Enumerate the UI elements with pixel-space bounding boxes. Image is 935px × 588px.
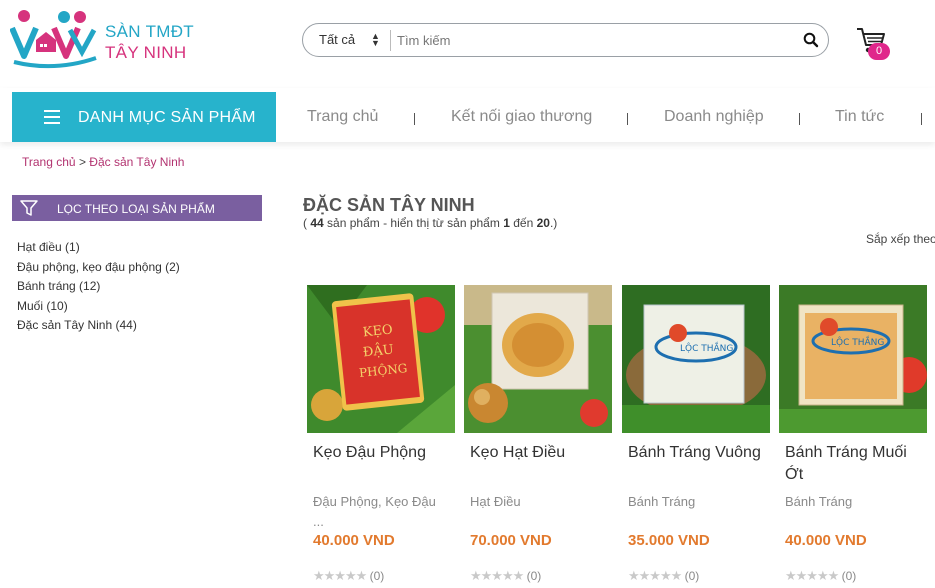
nav-separator	[414, 113, 415, 125]
product-name[interactable]: Kẹo Đậu Phộng	[313, 442, 455, 464]
product-card[interactable]: LỘC THẮNG Bánh Tráng Muối Ớt Bánh Tráng …	[779, 285, 929, 588]
product-category: Hạt Điều	[470, 494, 521, 509]
header: SÀN TMĐT TÂY NINH Tất cả ▲▼ 0	[0, 0, 935, 80]
star-icon: ★★★★★	[470, 568, 524, 583]
chevron-updown-icon: ▲ ▼	[371, 31, 380, 48]
count-from: 1	[503, 216, 510, 230]
product-category: Đậu Phộng, Kẹo Đậu ...	[313, 494, 436, 529]
review-count: (0)	[684, 569, 700, 583]
product-name[interactable]: Kẹo Hạt Điều	[470, 442, 612, 464]
nav-separator	[799, 113, 800, 125]
search-category-select[interactable]: Tất cả ▲ ▼	[319, 32, 380, 48]
product-rating: ★★★★★ (0)	[313, 568, 384, 584]
filter-item-banh-trang[interactable]: Bánh tráng (12)	[17, 277, 180, 297]
nav-item-business[interactable]: Doanh nghiệp	[664, 108, 764, 126]
count-prefix: (	[303, 216, 307, 230]
filter-funnel-icon	[20, 200, 38, 216]
product-price: 35.000 VND	[628, 532, 710, 549]
product-image[interactable]: KẸO ĐẬU PHỘNG	[307, 285, 455, 433]
product-card[interactable]: LỘC THẮNG Bánh Tráng Vuông Bánh Tráng 35…	[622, 285, 772, 588]
star-icon: ★★★★★	[785, 568, 839, 583]
star-icon: ★★★★★	[628, 568, 682, 583]
search-category-value: Tất cả	[319, 32, 356, 47]
product-category: Bánh Tráng	[628, 494, 696, 509]
product-rating: ★★★★★ (0)	[470, 568, 541, 584]
category-menu-label: DANH MỤC SẢN PHẨM	[78, 109, 256, 126]
product-name[interactable]: Bánh Tráng Muối Ớt	[785, 442, 927, 486]
count-to-number: 20	[536, 216, 550, 230]
product-image[interactable]: LỘC THẮNG	[622, 285, 770, 433]
count-mid: sản phẩm - hiển thị từ sản phẩm	[327, 216, 500, 230]
product-card[interactable]: KẸO ĐẬU PHỘNG Kẹo Đậu Phộng Đậu Phộng, K…	[307, 285, 457, 588]
svg-text:KẸO: KẸO	[362, 322, 393, 340]
logo[interactable]: SÀN TMĐT TÂY NINH	[10, 8, 200, 74]
nav-item-home[interactable]: Trang chủ	[307, 108, 378, 126]
search-button[interactable]	[802, 31, 820, 49]
search-icon	[803, 32, 819, 48]
search-divider	[390, 30, 391, 51]
star-icon: ★★★★★	[313, 568, 367, 583]
logo-people-icon	[10, 10, 97, 69]
page-title: ĐẶC SẢN TÂY NINH	[303, 195, 475, 215]
product-price: 40.000 VND	[313, 532, 395, 549]
review-count: (0)	[369, 569, 385, 583]
brand-line-2: TÂY NINH	[105, 43, 187, 62]
filter-list: Hạt điều (1) Đậu phộng, kẹo đậu phộng (2…	[17, 238, 180, 336]
product-price: 40.000 VND	[785, 532, 867, 549]
filter-item-hat-dieu[interactable]: Hạt điều (1)	[17, 238, 180, 258]
count-to: đến	[513, 216, 534, 230]
nav-item-trade[interactable]: Kết nối giao thương	[451, 108, 592, 126]
product-rating: ★★★★★ (0)	[785, 568, 856, 584]
breadcrumb-home[interactable]: Trang chủ	[22, 155, 76, 169]
main-navbar: DANH MỤC SẢN PHẨM Trang chủ Kết nối giao…	[0, 88, 935, 142]
cart-count-badge: 0	[868, 43, 890, 60]
count-suffix: .)	[549, 216, 558, 230]
filter-item-muoi[interactable]: Muối (10)	[17, 297, 180, 317]
filter-title: LỌC THEO LOẠI SẢN PHẨM	[57, 202, 215, 216]
sort-label[interactable]: Sắp xếp theo	[866, 232, 935, 246]
filter-item-dac-san[interactable]: Đặc sản Tây Ninh (44)	[17, 316, 180, 336]
filter-item-dau-phong[interactable]: Đậu phộng, kẹo đậu phộng (2)	[17, 258, 180, 278]
product-image[interactable]: LỘC THẮNG	[779, 285, 927, 433]
product-category: Bánh Tráng	[785, 494, 853, 509]
category-menu-button[interactable]: DANH MỤC SẢN PHẨM	[12, 92, 276, 142]
search-bar: Tất cả ▲ ▼	[302, 23, 829, 57]
search-input[interactable]	[397, 30, 787, 51]
filter-header: LỌC THEO LOẠI SẢN PHẨM	[12, 195, 262, 221]
product-price: 70.000 VND	[470, 532, 552, 549]
product-name[interactable]: Bánh Tráng Vuông	[628, 442, 770, 464]
nav-separator	[627, 113, 628, 125]
breadcrumb: Trang chủ > Đặc sản Tây Ninh	[22, 155, 184, 169]
product-rating: ★★★★★ (0)	[628, 568, 699, 584]
count-total: 44	[310, 216, 324, 230]
result-count: ( 44 sản phẩm - hiển thị từ sản phẩm 1 đ…	[303, 216, 557, 230]
review-count: (0)	[526, 569, 542, 583]
product-image[interactable]	[464, 285, 612, 433]
review-count: (0)	[841, 569, 857, 583]
nav-separator	[921, 113, 922, 125]
nav-item-news[interactable]: Tin tức	[835, 108, 884, 126]
product-card[interactable]: Kẹo Hạt Điều Hạt Điều 70.000 VND ★★★★★ (…	[464, 285, 614, 588]
breadcrumb-current[interactable]: Đặc sản Tây Ninh	[89, 155, 184, 169]
breadcrumb-separator: >	[78, 155, 86, 169]
hamburger-icon	[44, 110, 60, 124]
cart-button[interactable]: 0	[856, 26, 894, 60]
brand-line-1: SÀN TMĐT	[105, 22, 194, 41]
